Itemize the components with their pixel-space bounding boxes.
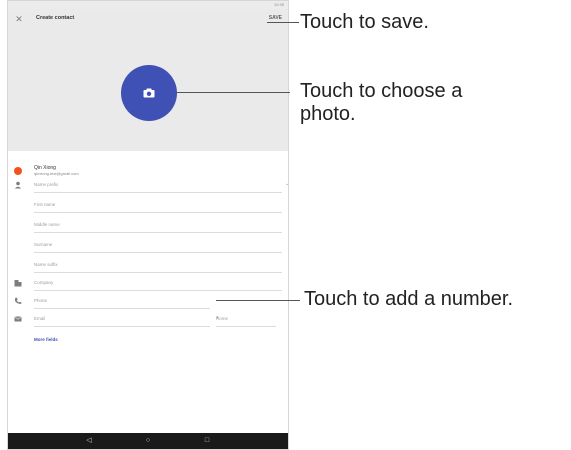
app-bar: ✕ Create contact SAVE xyxy=(8,9,288,29)
email-type-dropdown[interactable]: Home ▾ xyxy=(216,309,276,327)
expand-icon[interactable]: ⌄ xyxy=(285,181,288,187)
middle-name-field[interactable]: Middle name xyxy=(34,215,282,233)
back-icon[interactable]: ◁ xyxy=(84,436,94,446)
account-avatar xyxy=(14,167,22,175)
page-title: Create contact xyxy=(36,15,75,21)
status-bar: 10:39 xyxy=(8,1,288,9)
status-time: 10:39 xyxy=(273,2,284,7)
phone-placeholder: Phone xyxy=(34,298,48,303)
name-prefix-field[interactable]: Name prefix xyxy=(34,175,282,193)
number-callout-line xyxy=(216,300,300,301)
home-icon[interactable]: ○ xyxy=(143,436,153,446)
photo-callout-line xyxy=(176,92,290,93)
photo-header xyxy=(8,29,288,151)
photo-callout-line1: Touch to choose a xyxy=(300,80,463,102)
save-callout-line xyxy=(267,22,299,23)
person-icon xyxy=(14,181,22,189)
photo-callout-line2: photo. xyxy=(300,103,356,125)
surname-field[interactable]: Surname xyxy=(34,235,282,253)
company-placeholder: Company xyxy=(34,280,54,285)
name-suffix-field[interactable]: Name suffix xyxy=(34,255,282,273)
save-button[interactable]: SAVE xyxy=(269,15,282,21)
name-suffix-placeholder: Name suffix xyxy=(34,262,58,267)
camera-icon xyxy=(143,88,155,98)
phone-field[interactable]: Phone xyxy=(34,291,210,309)
navigation-bar: ◁ ○ □ xyxy=(8,433,288,449)
surname-placeholder: Surname xyxy=(34,242,53,247)
phone-icon xyxy=(14,297,22,304)
first-name-field[interactable]: First name xyxy=(34,195,282,213)
save-callout: Touch to save. xyxy=(300,11,429,33)
more-fields-link[interactable]: More fields xyxy=(34,337,58,342)
email-placeholder: Email xyxy=(34,316,46,321)
email-field[interactable]: Email xyxy=(34,309,210,327)
middle-name-placeholder: Middle name xyxy=(34,222,60,227)
close-icon[interactable]: ✕ xyxy=(14,14,24,24)
name-prefix-placeholder: Name prefix xyxy=(34,182,59,187)
company-field[interactable]: Company xyxy=(34,273,282,291)
company-icon xyxy=(14,280,22,287)
first-name-placeholder: First name xyxy=(34,202,56,207)
email-icon xyxy=(14,316,22,322)
recents-icon[interactable]: □ xyxy=(202,436,212,446)
dropdown-caret-icon: ▾ xyxy=(216,315,219,321)
number-callout: Touch to add a number. xyxy=(304,288,514,310)
tablet-screen: 10:39 ✕ Create contact SAVE Qin Xiong qi… xyxy=(7,0,289,450)
choose-photo-button[interactable] xyxy=(121,65,177,121)
